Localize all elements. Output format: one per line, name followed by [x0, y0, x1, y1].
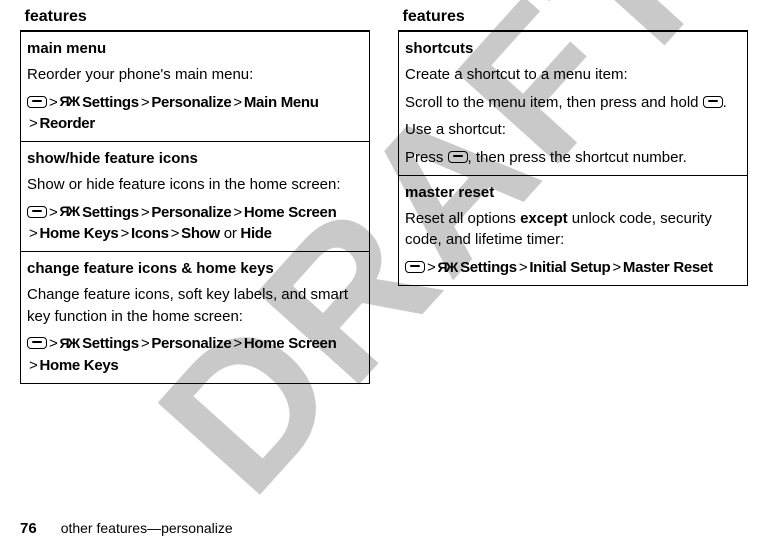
footer-text: other features—personalize: [61, 520, 233, 536]
row-line: Scroll to the menu item, then press and …: [405, 92, 741, 114]
path-settings: Settings: [82, 94, 139, 111]
page-number: 76: [20, 520, 37, 537]
path-seg: Home Keys: [39, 225, 118, 242]
path-seg: Icons: [131, 225, 169, 242]
row-path: >ЯЖ Settings>Personalize>Home Screen>Hom…: [27, 333, 363, 377]
path-seg: Personalize: [151, 204, 231, 221]
menu-key-icon: [27, 96, 47, 108]
path-seg: Initial Setup: [529, 259, 610, 276]
path-seg: Home Screen: [244, 335, 337, 352]
row-line: Use a shortcut:: [405, 119, 741, 141]
row-main-menu: main menu Reorder your phone's main menu…: [21, 31, 370, 142]
path-settings: Settings: [82, 335, 139, 352]
row-path: >ЯЖ Settings>Personalize>Home Screen>Hom…: [27, 202, 363, 246]
menu-key-icon: [27, 206, 47, 218]
row-title: master reset: [405, 182, 741, 204]
right-column: features shortcuts Create a shortcut to …: [398, 6, 748, 384]
path-seg: Main Menu: [244, 94, 319, 111]
text: .: [723, 94, 727, 111]
row-title: main menu: [27, 38, 363, 60]
menu-key-icon: [27, 337, 47, 349]
settings-icon: ЯЖ: [59, 333, 78, 353]
row-desc: Reset all options except unlock code, se…: [405, 208, 741, 252]
features-table-right: features shortcuts Create a shortcut to …: [398, 6, 748, 286]
path-seg: Personalize: [151, 335, 231, 352]
left-column: features main menu Reorder your phone's …: [20, 6, 370, 384]
row-desc: Create a shortcut to a menu item:: [405, 64, 741, 86]
menu-key-icon: [448, 151, 468, 163]
menu-key-icon: [405, 261, 425, 273]
path-seg: Personalize: [151, 94, 231, 111]
row-master-reset: master reset Reset all options except un…: [399, 175, 748, 285]
path-seg: Master Reset: [623, 259, 713, 276]
row-change-icons-keys: change feature icons & home keys Change …: [21, 252, 370, 384]
path-seg: Home Screen: [244, 204, 337, 221]
path-seg: Home Keys: [39, 357, 118, 374]
table-header-right: features: [399, 6, 748, 31]
row-title: shortcuts: [405, 38, 741, 60]
row-line: Press , then press the shortcut number.: [405, 147, 741, 169]
row-path: >ЯЖ Settings>Initial Setup>Master Reset: [405, 257, 741, 279]
row-shortcuts: shortcuts Create a shortcut to a menu it…: [399, 31, 748, 175]
page-footer: 76 other features—personalize: [20, 520, 233, 537]
text: Scroll to the menu item, then press and …: [405, 94, 703, 111]
row-desc: Change feature icons, soft key labels, a…: [27, 284, 363, 328]
path-seg: Show: [181, 225, 220, 242]
row-title: change feature icons & home keys: [27, 258, 363, 280]
row-path: >ЯЖ Settings>Personalize>Main Menu>Reord…: [27, 92, 363, 136]
row-title: show/hide feature icons: [27, 148, 363, 170]
text: Press: [405, 149, 448, 166]
settings-icon: ЯЖ: [59, 201, 78, 221]
features-table-left: features main menu Reorder your phone's …: [20, 6, 370, 384]
path-seg: Reorder: [39, 115, 94, 132]
path-seg: Hide: [240, 225, 271, 242]
menu-key-icon: [703, 96, 723, 108]
table-header-left: features: [21, 6, 370, 31]
row-desc: Reorder your phone's main menu:: [27, 64, 363, 86]
path-or: or: [220, 225, 240, 242]
text: Reset all options: [405, 210, 520, 227]
row-show-hide-icons: show/hide feature icons Show or hide fea…: [21, 142, 370, 252]
path-settings: Settings: [82, 204, 139, 221]
row-desc: Show or hide feature icons in the home s…: [27, 174, 363, 196]
text-bold: except: [520, 210, 568, 227]
content-columns: features main menu Reorder your phone's …: [0, 0, 759, 384]
settings-icon: ЯЖ: [437, 257, 456, 277]
settings-icon: ЯЖ: [59, 91, 78, 111]
path-settings: Settings: [460, 259, 517, 276]
text: , then press the shortcut number.: [468, 149, 687, 166]
